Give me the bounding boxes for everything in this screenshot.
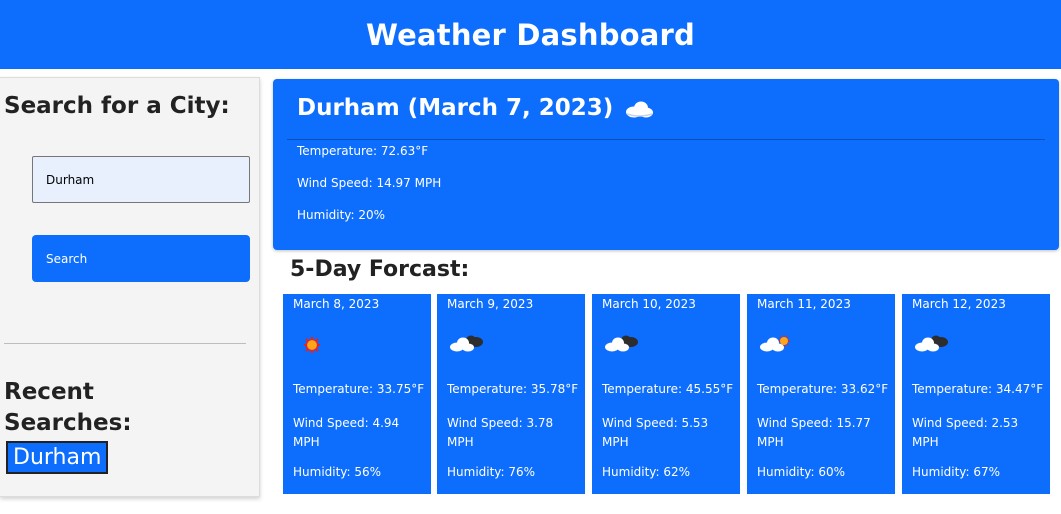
forecast-date: March 10, 2023 xyxy=(602,297,696,311)
recent-search-item[interactable]: Durham xyxy=(6,441,109,474)
forecast-date: March 8, 2023 xyxy=(293,297,380,311)
current-temperature: Temperature: 72.63°F xyxy=(297,144,429,158)
forecast-date: March 9, 2023 xyxy=(447,297,534,311)
cloud-icon xyxy=(626,101,654,117)
forecast-card-day-5: March 12, 2023 Temperature: 34.47°F Wind… xyxy=(902,294,1050,494)
forecast-humidity: Humidity: 56% xyxy=(293,465,382,479)
recent-searches-title: Recent Searches: xyxy=(4,379,132,436)
cloud-sun-icon xyxy=(760,335,790,352)
forecast-date: March 12, 2023 xyxy=(912,297,1006,311)
current-weather-card: Durham (March 7, 2023) Temperature: 72.6… xyxy=(273,79,1059,250)
forecast-card-day-3: March 10, 2023 Temperature: 45.55°F Wind… xyxy=(592,294,740,494)
forecast-temperature: Temperature: 34.47°F xyxy=(912,382,1044,396)
forecast-wind-speed: Wind Speed: 5.53 MPH xyxy=(602,416,709,449)
forecast-card-day-2: March 9, 2023 Temperature: 35.78°F Wind … xyxy=(437,294,585,494)
current-divider xyxy=(287,139,1045,140)
dark-cloud-icon xyxy=(605,335,638,352)
forecast-humidity: Humidity: 60% xyxy=(757,465,846,479)
forecast-temperature: Temperature: 33.62°F xyxy=(757,382,889,396)
search-title: Search for a City: xyxy=(4,93,230,119)
current-weather-title: Durham (March 7, 2023) xyxy=(297,95,654,121)
forecast-card-day-1: March 8, 2023 Temperature: 33.75°F Wind … xyxy=(283,294,431,494)
forecast-wind-speed: Wind Speed: 2.53 MPH xyxy=(912,416,1019,449)
forecast-card-day-4: March 11, 2023 Temperature: 33.62°F Wind… xyxy=(747,294,895,494)
page-title: Weather Dashboard xyxy=(365,17,696,52)
forecast-humidity: Humidity: 62% xyxy=(602,465,691,479)
search-sidebar: Search for a City: Search Recent Searche… xyxy=(0,77,260,497)
forecast-humidity: Humidity: 76% xyxy=(447,465,536,479)
forecast-humidity: Humidity: 67% xyxy=(912,465,1001,479)
current-wind-speed: Wind Speed: 14.97 MPH xyxy=(297,176,442,190)
forecast-date: March 11, 2023 xyxy=(757,297,851,311)
search-button[interactable]: Search xyxy=(32,235,250,282)
dark-cloud-icon xyxy=(915,335,948,352)
forecast-wind-speed: Wind Speed: 4.94 MPH xyxy=(293,416,400,449)
forecast-title: 5-Day Forcast: xyxy=(290,257,470,282)
sun-icon xyxy=(304,337,320,353)
current-humidity: Humidity: 20% xyxy=(297,208,386,222)
current-city-date: Durham (March 7, 2023) xyxy=(297,95,614,121)
page-header: Weather Dashboard xyxy=(0,0,1061,69)
forecast-wind-speed: Wind Speed: 3.78 MPH xyxy=(447,416,554,449)
dark-cloud-icon xyxy=(450,335,483,352)
forecast-temperature: Temperature: 33.75°F xyxy=(293,382,425,396)
forecast-wind-speed: Wind Speed: 15.77 MPH xyxy=(757,416,871,449)
forecast-temperature: Temperature: 35.78°F xyxy=(447,382,579,396)
forecast-temperature: Temperature: 45.55°F xyxy=(602,382,734,396)
city-search-input[interactable] xyxy=(32,156,250,203)
sidebar-divider xyxy=(4,343,246,344)
